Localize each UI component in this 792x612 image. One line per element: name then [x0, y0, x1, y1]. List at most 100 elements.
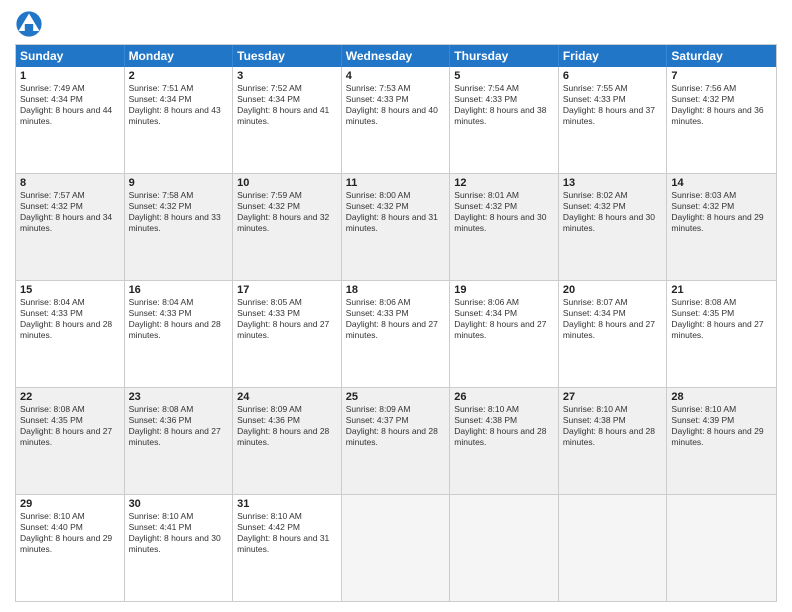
- header-day-monday: Monday: [125, 45, 234, 67]
- day-number: 17: [237, 284, 337, 296]
- calendar-cell: 5Sunrise: 7:54 AMSunset: 4:33 PMDaylight…: [450, 67, 559, 173]
- calendar-cell: 28Sunrise: 8:10 AMSunset: 4:39 PMDayligh…: [667, 388, 776, 494]
- calendar-cell: 19Sunrise: 8:06 AMSunset: 4:34 PMDayligh…: [450, 281, 559, 387]
- day-number: 24: [237, 391, 337, 403]
- header-day-friday: Friday: [559, 45, 668, 67]
- day-number: 5: [454, 70, 554, 82]
- calendar-cell: 8Sunrise: 7:57 AMSunset: 4:32 PMDaylight…: [16, 174, 125, 280]
- calendar-cell: 21Sunrise: 8:08 AMSunset: 4:35 PMDayligh…: [667, 281, 776, 387]
- day-number: 3: [237, 70, 337, 82]
- day-number: 27: [563, 391, 663, 403]
- day-number: 1: [20, 70, 120, 82]
- calendar-cell: 12Sunrise: 8:01 AMSunset: 4:32 PMDayligh…: [450, 174, 559, 280]
- calendar-cell: 7Sunrise: 7:56 AMSunset: 4:32 PMDaylight…: [667, 67, 776, 173]
- cell-info: Sunrise: 7:57 AMSunset: 4:32 PMDaylight:…: [20, 190, 120, 234]
- day-number: 16: [129, 284, 229, 296]
- cell-info: Sunrise: 8:04 AMSunset: 4:33 PMDaylight:…: [20, 297, 120, 341]
- cell-info: Sunrise: 8:10 AMSunset: 4:39 PMDaylight:…: [671, 404, 772, 448]
- day-number: 4: [346, 70, 446, 82]
- cell-info: Sunrise: 7:49 AMSunset: 4:34 PMDaylight:…: [20, 83, 120, 127]
- calendar-cell: 26Sunrise: 8:10 AMSunset: 4:38 PMDayligh…: [450, 388, 559, 494]
- cell-info: Sunrise: 7:59 AMSunset: 4:32 PMDaylight:…: [237, 190, 337, 234]
- cell-info: Sunrise: 7:53 AMSunset: 4:33 PMDaylight:…: [346, 83, 446, 127]
- cell-info: Sunrise: 7:55 AMSunset: 4:33 PMDaylight:…: [563, 83, 663, 127]
- calendar-cell: 30Sunrise: 8:10 AMSunset: 4:41 PMDayligh…: [125, 495, 234, 601]
- calendar-cell: 24Sunrise: 8:09 AMSunset: 4:36 PMDayligh…: [233, 388, 342, 494]
- day-number: 9: [129, 177, 229, 189]
- cell-info: Sunrise: 7:56 AMSunset: 4:32 PMDaylight:…: [671, 83, 772, 127]
- cell-info: Sunrise: 7:54 AMSunset: 4:33 PMDaylight:…: [454, 83, 554, 127]
- calendar-row-5: 29Sunrise: 8:10 AMSunset: 4:40 PMDayligh…: [16, 494, 776, 601]
- cell-info: Sunrise: 8:04 AMSunset: 4:33 PMDaylight:…: [129, 297, 229, 341]
- calendar-cell: 20Sunrise: 8:07 AMSunset: 4:34 PMDayligh…: [559, 281, 668, 387]
- cell-info: Sunrise: 8:00 AMSunset: 4:32 PMDaylight:…: [346, 190, 446, 234]
- day-number: 18: [346, 284, 446, 296]
- header-day-tuesday: Tuesday: [233, 45, 342, 67]
- calendar-cell: 14Sunrise: 8:03 AMSunset: 4:32 PMDayligh…: [667, 174, 776, 280]
- day-number: 6: [563, 70, 663, 82]
- page: SundayMondayTuesdayWednesdayThursdayFrid…: [0, 0, 792, 612]
- cell-info: Sunrise: 8:08 AMSunset: 4:35 PMDaylight:…: [20, 404, 120, 448]
- day-number: 21: [671, 284, 772, 296]
- cell-info: Sunrise: 7:58 AMSunset: 4:32 PMDaylight:…: [129, 190, 229, 234]
- calendar-cell: 29Sunrise: 8:10 AMSunset: 4:40 PMDayligh…: [16, 495, 125, 601]
- cell-info: Sunrise: 7:51 AMSunset: 4:34 PMDaylight:…: [129, 83, 229, 127]
- header-day-thursday: Thursday: [450, 45, 559, 67]
- cell-info: Sunrise: 8:02 AMSunset: 4:32 PMDaylight:…: [563, 190, 663, 234]
- calendar-cell: 16Sunrise: 8:04 AMSunset: 4:33 PMDayligh…: [125, 281, 234, 387]
- cell-info: Sunrise: 8:10 AMSunset: 4:40 PMDaylight:…: [20, 511, 120, 555]
- cell-info: Sunrise: 8:03 AMSunset: 4:32 PMDaylight:…: [671, 190, 772, 234]
- cell-info: Sunrise: 8:06 AMSunset: 4:33 PMDaylight:…: [346, 297, 446, 341]
- day-number: 26: [454, 391, 554, 403]
- day-number: 23: [129, 391, 229, 403]
- calendar-cell: 25Sunrise: 8:09 AMSunset: 4:37 PMDayligh…: [342, 388, 451, 494]
- calendar-row-2: 8Sunrise: 7:57 AMSunset: 4:32 PMDaylight…: [16, 173, 776, 280]
- calendar-row-4: 22Sunrise: 8:08 AMSunset: 4:35 PMDayligh…: [16, 387, 776, 494]
- calendar-cell: 15Sunrise: 8:04 AMSunset: 4:33 PMDayligh…: [16, 281, 125, 387]
- header-day-saturday: Saturday: [667, 45, 776, 67]
- cell-info: Sunrise: 8:10 AMSunset: 4:38 PMDaylight:…: [563, 404, 663, 448]
- cell-info: Sunrise: 8:08 AMSunset: 4:36 PMDaylight:…: [129, 404, 229, 448]
- page-header: [15, 10, 777, 38]
- day-number: 12: [454, 177, 554, 189]
- day-number: 28: [671, 391, 772, 403]
- calendar-cell: 1Sunrise: 7:49 AMSunset: 4:34 PMDaylight…: [16, 67, 125, 173]
- cell-info: Sunrise: 7:52 AMSunset: 4:34 PMDaylight:…: [237, 83, 337, 127]
- cell-info: Sunrise: 8:06 AMSunset: 4:34 PMDaylight:…: [454, 297, 554, 341]
- day-number: 7: [671, 70, 772, 82]
- cell-info: Sunrise: 8:08 AMSunset: 4:35 PMDaylight:…: [671, 297, 772, 341]
- calendar-cell: 18Sunrise: 8:06 AMSunset: 4:33 PMDayligh…: [342, 281, 451, 387]
- calendar-body: 1Sunrise: 7:49 AMSunset: 4:34 PMDaylight…: [16, 67, 776, 601]
- calendar-row-1: 1Sunrise: 7:49 AMSunset: 4:34 PMDaylight…: [16, 67, 776, 173]
- calendar: SundayMondayTuesdayWednesdayThursdayFrid…: [15, 44, 777, 602]
- day-number: 22: [20, 391, 120, 403]
- cell-info: Sunrise: 8:09 AMSunset: 4:37 PMDaylight:…: [346, 404, 446, 448]
- day-number: 19: [454, 284, 554, 296]
- calendar-cell: [342, 495, 451, 601]
- calendar-row-3: 15Sunrise: 8:04 AMSunset: 4:33 PMDayligh…: [16, 280, 776, 387]
- day-number: 2: [129, 70, 229, 82]
- calendar-cell: 27Sunrise: 8:10 AMSunset: 4:38 PMDayligh…: [559, 388, 668, 494]
- calendar-cell: 31Sunrise: 8:10 AMSunset: 4:42 PMDayligh…: [233, 495, 342, 601]
- cell-info: Sunrise: 8:01 AMSunset: 4:32 PMDaylight:…: [454, 190, 554, 234]
- cell-info: Sunrise: 8:10 AMSunset: 4:42 PMDaylight:…: [237, 511, 337, 555]
- calendar-cell: 6Sunrise: 7:55 AMSunset: 4:33 PMDaylight…: [559, 67, 668, 173]
- calendar-cell: [559, 495, 668, 601]
- calendar-cell: 13Sunrise: 8:02 AMSunset: 4:32 PMDayligh…: [559, 174, 668, 280]
- cell-info: Sunrise: 8:07 AMSunset: 4:34 PMDaylight:…: [563, 297, 663, 341]
- logo-icon: [15, 10, 43, 38]
- day-number: 8: [20, 177, 120, 189]
- cell-info: Sunrise: 8:10 AMSunset: 4:38 PMDaylight:…: [454, 404, 554, 448]
- calendar-cell: [450, 495, 559, 601]
- day-number: 30: [129, 498, 229, 510]
- header-day-wednesday: Wednesday: [342, 45, 451, 67]
- day-number: 25: [346, 391, 446, 403]
- calendar-cell: 3Sunrise: 7:52 AMSunset: 4:34 PMDaylight…: [233, 67, 342, 173]
- calendar-cell: 17Sunrise: 8:05 AMSunset: 4:33 PMDayligh…: [233, 281, 342, 387]
- day-number: 11: [346, 177, 446, 189]
- header-day-sunday: Sunday: [16, 45, 125, 67]
- day-number: 20: [563, 284, 663, 296]
- calendar-cell: 2Sunrise: 7:51 AMSunset: 4:34 PMDaylight…: [125, 67, 234, 173]
- calendar-cell: 23Sunrise: 8:08 AMSunset: 4:36 PMDayligh…: [125, 388, 234, 494]
- calendar-cell: 9Sunrise: 7:58 AMSunset: 4:32 PMDaylight…: [125, 174, 234, 280]
